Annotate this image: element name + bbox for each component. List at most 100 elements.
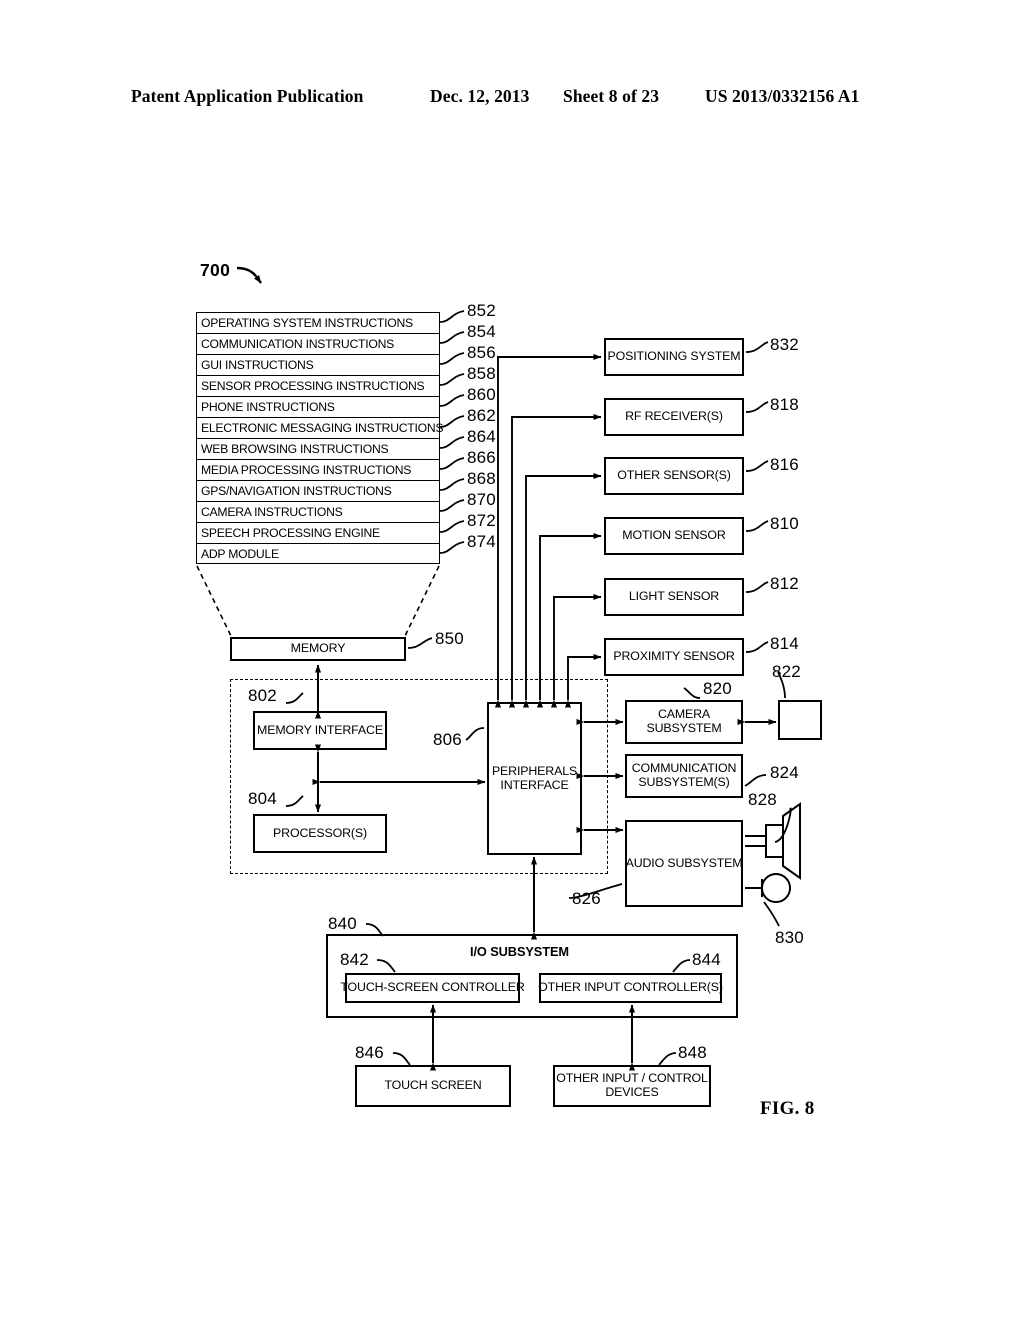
leader-824 (744, 774, 767, 787)
ref-844: 844 (692, 950, 721, 969)
instruction-label: COMMUNICATION INSTRUCTIONS (201, 337, 395, 351)
other-sensors-label: OTHER SENSOR(S) (617, 468, 731, 483)
motion-sensor-label: MOTION SENSOR (622, 528, 726, 543)
other-input-control-devices-label-line2: DEVICES (605, 1085, 659, 1099)
leader-820 (683, 687, 701, 699)
ref-812: 812 (770, 574, 799, 593)
list-item: WEB BROWSING INSTRUCTIONS (196, 438, 440, 459)
communication-subsystem-block: COMMUNICATION SUBSYSTEM(S) (625, 754, 743, 798)
leader-816 (745, 460, 769, 472)
ref-870: 870 (467, 490, 496, 509)
microphone-icon (745, 873, 791, 903)
instruction-label: GUI INSTRUCTIONS (201, 358, 314, 372)
ref-872: 872 (467, 511, 496, 530)
rf-receivers-block: RF RECEIVER(S) (604, 398, 744, 436)
light-sensor-label: LIGHT SENSOR (628, 589, 720, 604)
instruction-label: WEB BROWSING INSTRUCTIONS (201, 442, 389, 456)
ref-826: 826 (572, 889, 601, 908)
ref-806: 806 (433, 730, 462, 749)
other-input-control-devices-label-line1: OTHER INPUT / CONTROL (556, 1071, 708, 1086)
camera-subsystem-label-line2: SUBSYSTEM (646, 721, 722, 735)
leader-850 (407, 637, 433, 649)
list-item: PHONE INSTRUCTIONS (196, 396, 440, 417)
instruction-label: GPS/NAVIGATION INSTRUCTIONS (201, 484, 392, 498)
ref-820: 820 (703, 679, 732, 698)
processors-block: PROCESSOR(S) (253, 814, 387, 853)
motion-sensor-block: MOTION SENSOR (604, 517, 744, 555)
figure-label: FIG. 8 (760, 1098, 815, 1119)
audio-subsystem-block: AUDIO SUBSYSTEM (625, 820, 743, 907)
leader-832 (745, 341, 769, 353)
peripherals-interface-label-line1: PERIPHERALS (491, 763, 578, 778)
positioning-system-block: POSITIONING SYSTEM (604, 338, 744, 376)
ref-868: 868 (467, 469, 496, 488)
leader-848 (658, 1052, 677, 1066)
ref-822: 822 (772, 662, 801, 681)
touch-screen-block: TOUCH SCREEN (355, 1065, 511, 1107)
list-item: COMMUNICATION INSTRUCTIONS (196, 333, 440, 354)
peripherals-interface-label-line2: INTERFACE (500, 777, 569, 792)
touch-screen-controller-block: TOUCH-SCREEN CONTROLLER (340, 973, 525, 1003)
list-item: MEDIA PROCESSING INSTRUCTIONS (196, 459, 440, 480)
ref-854: 854 (467, 322, 496, 341)
touch-screen-label: TOUCH SCREEN (384, 1078, 482, 1093)
ref-810: 810 (770, 514, 799, 533)
leader-830 (763, 901, 780, 927)
ref-848: 848 (678, 1043, 707, 1062)
ref-828: 828 (748, 790, 777, 809)
list-item: ADP MODULE (196, 543, 440, 564)
leader-812 (745, 581, 769, 593)
light-sensor-block: LIGHT SENSOR (604, 578, 744, 616)
ref-874: 874 (467, 532, 496, 551)
ref-824: 824 (770, 763, 799, 782)
memory-interface-block: MEMORY INTERFACE (253, 711, 387, 750)
system-ref-700: 700 (200, 260, 231, 280)
instruction-label: CAMERA INSTRUCTIONS (201, 505, 343, 519)
other-input-control-devices-block: OTHER INPUT / CONTROL DEVICES (553, 1065, 711, 1107)
proximity-sensor-block: PROXIMITY SENSOR (604, 638, 744, 676)
ref-818: 818 (770, 395, 799, 414)
instruction-label: ADP MODULE (201, 546, 279, 561)
sensor-bus-lines (494, 353, 602, 708)
communication-subsystem-label-line1: COMMUNICATION (631, 761, 737, 776)
list-item: GPS/NAVIGATION INSTRUCTIONS (196, 480, 440, 501)
ref-864: 864 (467, 427, 496, 446)
ref-856: 856 (467, 343, 496, 362)
ref-802: 802 (248, 686, 277, 705)
instruction-label: PHONE INSTRUCTIONS (201, 400, 335, 414)
touch-screen-controller-label: TOUCH-SCREEN CONTROLLER (340, 980, 525, 995)
ref-804: 804 (248, 789, 277, 808)
ref-858: 858 (467, 364, 496, 383)
ref-830: 830 (775, 928, 804, 947)
memory-trapezoid (196, 565, 440, 637)
instruction-leaders (439, 310, 465, 554)
ref-852: 852 (467, 301, 496, 320)
list-item: SENSOR PROCESSING INSTRUCTIONS (196, 375, 440, 396)
list-item: OPERATING SYSTEM INSTRUCTIONS (196, 312, 440, 333)
list-item: ELECTRONIC MESSAGING INSTRUCTIONS (196, 417, 444, 438)
leader-818 (745, 401, 769, 413)
leader-846 (392, 1052, 411, 1066)
audio-subsystem-label: AUDIO SUBSYSTEM (625, 855, 743, 870)
processors-label: PROCESSOR(S) (273, 825, 367, 840)
leader-814 (745, 641, 769, 653)
list-item: GUI INSTRUCTIONS (196, 354, 440, 375)
ref-862: 862 (467, 406, 496, 425)
connector-overlay (196, 266, 801, 1071)
ref-832: 832 (770, 335, 799, 354)
ref-816: 816 (770, 455, 799, 474)
instruction-label: OPERATING SYSTEM INSTRUCTIONS (201, 316, 413, 330)
ref-846: 846 (355, 1043, 384, 1062)
proximity-sensor-label: PROXIMITY SENSOR (613, 649, 735, 664)
memory-interface-label: MEMORY INTERFACE (257, 722, 383, 737)
other-input-controllers-block: OTHER INPUT CONTROLLER(S) (538, 973, 723, 1003)
ref-860: 860 (467, 385, 496, 404)
positioning-system-label: POSITIONING SYSTEM (607, 349, 741, 364)
peripherals-interface-block: PERIPHERALS INTERFACE (487, 702, 582, 855)
rf-receivers-label: RF RECEIVER(S) (625, 409, 723, 424)
camera-subsystem-block: CAMERA SUBSYSTEM (625, 700, 743, 744)
communication-subsystem-label-line2: SUBSYSTEM(S) (638, 775, 730, 789)
ref-850: 850 (435, 629, 464, 648)
other-input-controllers-label: OTHER INPUT CONTROLLER(S) (538, 980, 723, 995)
instruction-label: MEDIA PROCESSING INSTRUCTIONS (201, 463, 412, 477)
